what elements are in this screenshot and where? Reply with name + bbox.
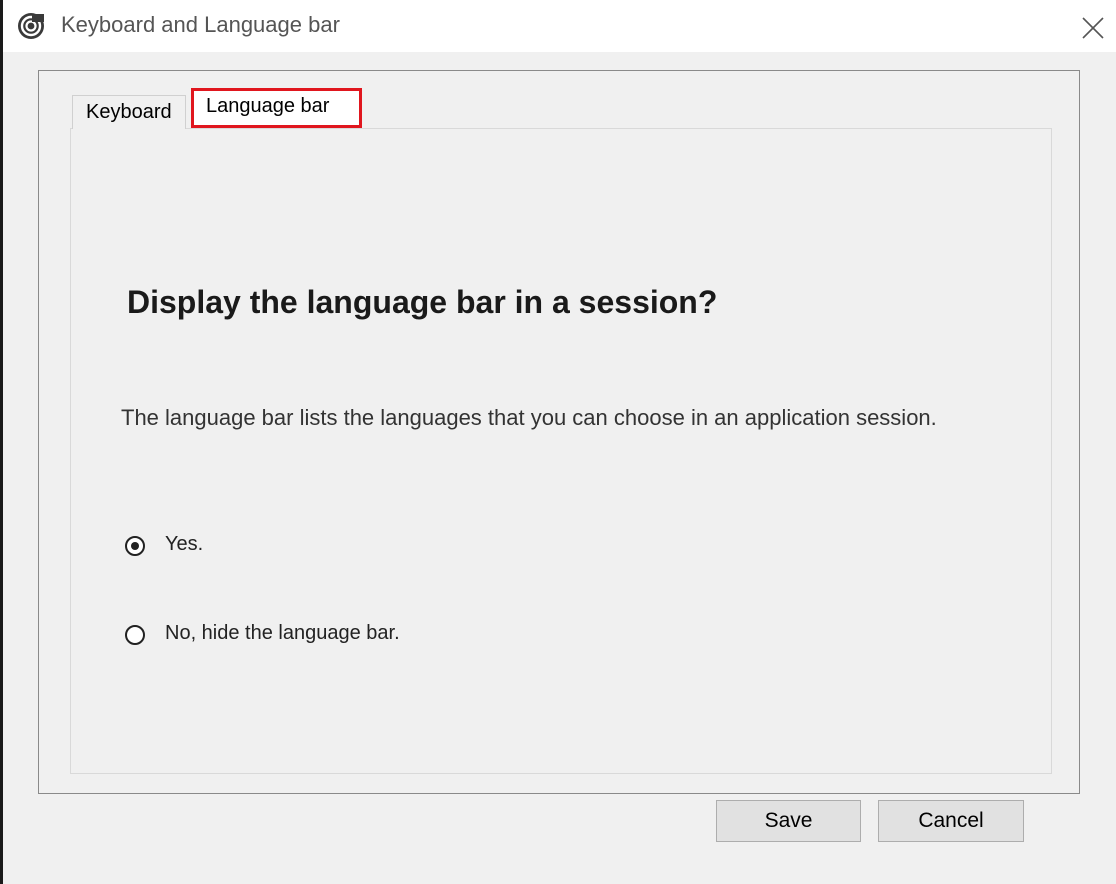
option-yes-label: Yes.: [165, 533, 204, 555]
panel-heading: Display the language bar in a session?: [127, 284, 718, 320]
save-button[interactable]: Save: [716, 800, 861, 842]
citrix-swirl-icon: [17, 12, 45, 40]
panel-description: The language bar lists the languages tha…: [121, 405, 937, 430]
window-title: Keyboard and Language bar: [61, 12, 340, 37]
option-yes[interactable]: Yes.: [125, 533, 245, 561]
close-icon: [1082, 17, 1104, 39]
dialog-window: Keyboard and Language bar Keyboard Langu…: [0, 0, 1116, 884]
radio-yes[interactable]: [125, 536, 145, 556]
radio-no[interactable]: [125, 625, 145, 645]
title-bar: Keyboard and Language bar: [3, 0, 1116, 52]
option-no-label: No, hide the language bar.: [165, 622, 400, 644]
radio-selected-dot: [131, 542, 139, 550]
option-no[interactable]: No, hide the language bar.: [125, 622, 465, 650]
tab-panel-language-bar: [70, 128, 1052, 774]
close-button[interactable]: [1074, 10, 1110, 46]
cancel-button[interactable]: Cancel: [878, 800, 1024, 842]
tab-keyboard[interactable]: Keyboard: [72, 95, 186, 129]
tab-language-bar[interactable]: Language bar: [191, 88, 362, 128]
